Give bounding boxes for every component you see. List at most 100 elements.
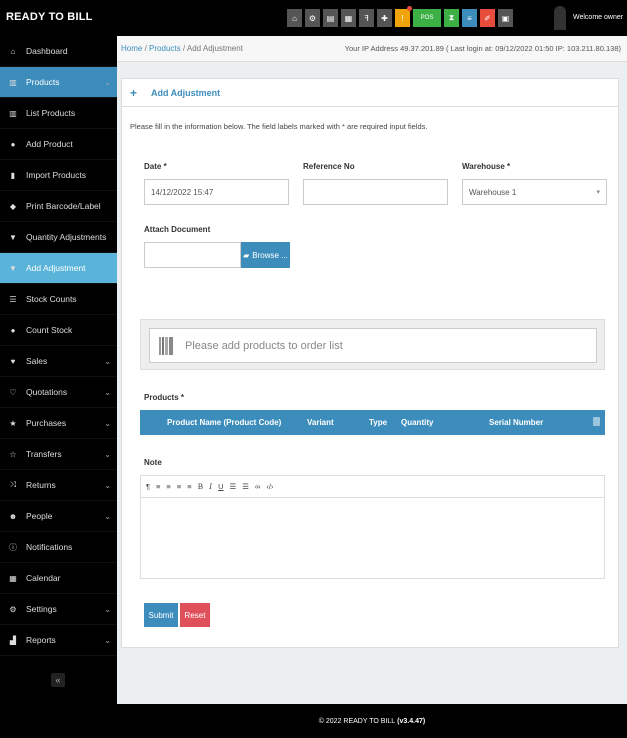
sidebar-collapse-button[interactable]: «	[51, 673, 65, 687]
breadcrumb-products[interactable]: Products	[149, 44, 181, 53]
sidebar-item-products[interactable]: ▥ Products ⌄	[0, 67, 117, 98]
column-quantity: Quantity	[401, 418, 434, 427]
chevron-down-icon: ⌄	[104, 449, 111, 459]
grid-icon[interactable]: ▣	[498, 9, 513, 27]
sidebar-item-stock-counts[interactable]: ☰ Stock Counts	[0, 284, 117, 315]
panel-header: + Add Adjustment	[122, 79, 618, 107]
pos-button[interactable]: POS	[413, 9, 441, 27]
sidebar-item-people[interactable]: ☻ People ⌄	[0, 501, 117, 532]
unordered-list-icon[interactable]: ☰	[230, 482, 237, 491]
pos-label: POS	[420, 15, 434, 21]
filter-icon: ▼	[9, 232, 17, 242]
note-textarea[interactable]	[141, 498, 604, 578]
calculator-icon[interactable]: ▤	[323, 9, 338, 27]
sidebar-item-count-stock[interactable]: ● Count Stock	[0, 315, 117, 346]
chevron-down-icon: ▾	[596, 189, 600, 196]
sidebar-item-calendar[interactable]: ▦ Calendar	[0, 563, 117, 594]
heart-icon: ♥	[10, 356, 16, 366]
product-search-input[interactable]: Please add products to order list	[149, 328, 597, 363]
sidebar-item-returns[interactable]: ⤨ Returns ⌄	[0, 470, 117, 501]
column-type: Type	[369, 418, 388, 427]
barcode-icon: ▥	[9, 108, 17, 118]
users-icon: ☻	[8, 511, 18, 521]
chevron-down-icon: ⌄	[104, 356, 111, 366]
brand-logo[interactable]: READY TO BILL	[6, 11, 93, 23]
form-info-text: Please fill in the information below. Th…	[130, 122, 428, 131]
home-icon[interactable]: ⌂	[287, 9, 302, 27]
flag-icon[interactable]: ✚	[377, 9, 392, 27]
trash-icon	[593, 417, 600, 426]
chevron-down-icon: ⌄	[104, 604, 111, 614]
chevron-down-icon: ⌄	[104, 418, 111, 428]
sidebar-item-label: Print Barcode/Label	[26, 201, 101, 211]
sidebar-item-dashboard[interactable]: ⌂ Dashboard	[0, 36, 117, 67]
align-right-icon[interactable]: ≡	[177, 482, 181, 491]
list-icon[interactable]: ≡	[462, 9, 477, 27]
warehouse-value: Warehouse 1	[469, 187, 517, 197]
main-content: Home / Products / Add Adjustment Your IP…	[117, 36, 627, 704]
sidebar-item-purchases[interactable]: ★ Purchases ⌄	[0, 408, 117, 439]
reference-input[interactable]	[303, 179, 448, 205]
tag-icon: ◆	[9, 201, 17, 211]
sidebar: ⌂ Dashboard ▥ Products ⌄ ▥ List Products ● Ad…	[0, 36, 117, 704]
align-center-icon[interactable]: ≡	[166, 482, 170, 491]
note-editor: ¶ ≡ ≡ ≡ ≡ B I U ☰ ☰ ∞ ‹/›	[140, 475, 605, 579]
align-left-icon[interactable]: ≡	[156, 482, 160, 491]
ordered-list-icon[interactable]: ☰	[242, 482, 249, 491]
welcome-text[interactable]: Welcome owner	[573, 14, 623, 21]
code-icon[interactable]: ‹/›	[266, 482, 273, 491]
sidebar-item-quotations[interactable]: ♡ Quotations ⌄	[0, 377, 117, 408]
italic-icon[interactable]: I	[209, 482, 212, 491]
sidebar-item-list-products[interactable]: ▥ List Products	[0, 98, 117, 129]
attach-document-input[interactable]	[144, 242, 241, 268]
link-icon[interactable]: ∞	[255, 482, 260, 491]
submit-button[interactable]: Submit	[144, 603, 178, 627]
sidebar-item-sales[interactable]: ♥ Sales ⌄	[0, 346, 117, 377]
hourglass-icon[interactable]: ⧗	[444, 9, 459, 27]
product-search-wrapper: Please add products to order list	[140, 319, 605, 370]
sidebar-item-label: Add Product	[26, 139, 73, 149]
reset-button[interactable]: Reset	[180, 603, 210, 627]
calendar-icon[interactable]: ▦	[341, 9, 356, 27]
avatar[interactable]	[554, 6, 566, 30]
language-icon[interactable]: ꟻ	[359, 9, 374, 27]
date-value: 14/12/2022 15:47	[151, 187, 214, 197]
barcode-icon	[159, 336, 173, 355]
eraser-icon[interactable]: ✐	[480, 9, 495, 27]
toolbar-icons: ⌂ ⚙ ▤ ▦ ꟻ ✚ ! POS ⧗ ≡ ✐ ▣	[287, 6, 516, 28]
breadcrumb-home[interactable]: Home	[121, 44, 142, 53]
chevron-down-icon: ⌄	[104, 635, 111, 645]
paragraph-icon[interactable]: ¶	[146, 482, 150, 491]
sidebar-item-add-adjustment[interactable]: ▼ Add Adjustment	[0, 253, 117, 284]
random-icon: ⤨	[9, 480, 17, 489]
underline-icon[interactable]: U	[218, 482, 223, 491]
sidebar-item-add-product[interactable]: ● Add Product	[0, 129, 117, 160]
products-label: Products *	[144, 393, 185, 402]
bar-chart-icon: ▟	[9, 635, 17, 645]
sidebar-item-settings[interactable]: ⚙ Settings ⌄	[0, 594, 117, 625]
sidebar-item-reports[interactable]: ▟ Reports ⌄	[0, 625, 117, 656]
reference-label: Reference No	[303, 162, 355, 171]
browse-button[interactable]: ▰ Browse ...	[241, 242, 290, 268]
products-table-header: Product Name (Product Code) Variant Type…	[140, 410, 605, 435]
sidebar-item-label: Notifications	[26, 542, 73, 552]
ip-info: Your IP Address 49.37.201.89 ( Last logi…	[344, 44, 621, 53]
sidebar-item-import-products[interactable]: ▮ Import Products	[0, 160, 117, 191]
date-label: Date *	[144, 162, 167, 171]
folder-icon: ▰	[243, 250, 250, 260]
dashboard-icon: ⌂	[10, 46, 16, 56]
align-justify-icon[interactable]: ≡	[187, 482, 191, 491]
sidebar-item-transfers[interactable]: ☆ Transfers ⌄	[0, 439, 117, 470]
date-input[interactable]: 14/12/2022 15:47	[144, 179, 289, 205]
page-title: Add Adjustment	[151, 87, 221, 98]
sidebar-item-label: Quotations	[26, 387, 68, 397]
sidebar-item-print-barcode[interactable]: ◆ Print Barcode/Label	[0, 191, 117, 222]
column-product-name: Product Name (Product Code)	[167, 418, 282, 427]
settings-icon[interactable]: ⚙	[305, 9, 320, 27]
sidebar-item-label: Settings	[26, 604, 57, 614]
sidebar-item-notifications[interactable]: ⓘ Notifications	[0, 532, 117, 563]
alert-icon[interactable]: !	[395, 6, 412, 27]
sidebar-item-quantity-adjustments[interactable]: ▼ Quantity Adjustments	[0, 222, 117, 253]
warehouse-select[interactable]: Warehouse 1 ▾	[462, 179, 607, 205]
bold-icon[interactable]: B	[198, 482, 204, 491]
